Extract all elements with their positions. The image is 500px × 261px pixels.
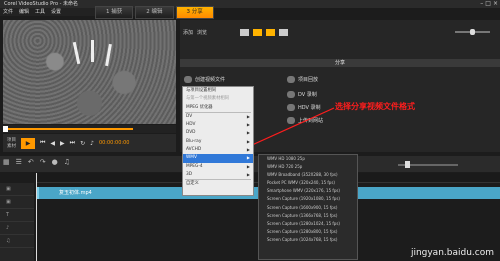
dropdown-item-label: DV xyxy=(186,113,193,119)
submenu-item[interactable]: Screen Capture (1366x768, 15 fps) xyxy=(259,212,357,220)
submenu-item[interactable]: Smartphone WMV (220x176, 15 fps) xyxy=(259,187,357,195)
redo-icon[interactable]: ↷ xyxy=(40,158,46,166)
submenu-arrow-icon: ▶ xyxy=(246,138,250,144)
music-track-icon: ♫ xyxy=(6,238,11,244)
dropdown-item[interactable]: Blu-ray ▶ xyxy=(183,138,253,146)
submenu-item[interactable]: Screen Capture (1280x800, 15 fps) xyxy=(259,228,357,236)
track-header-video[interactable]: ▣ xyxy=(0,183,34,196)
dropdown-item[interactable]: AVCHD ▶ xyxy=(183,146,253,154)
dropdown-item-label: HDV xyxy=(186,122,196,128)
submenu-arrow-icon: ▶ xyxy=(246,155,250,161)
record-icon[interactable]: ● xyxy=(52,158,58,166)
track-headers: ▣ ▣ T ♪ ♫ xyxy=(0,183,34,261)
dropdown-item[interactable]: MPEG-4 ▶ xyxy=(183,163,253,171)
submenu-item[interactable]: Screen Capture (1600x900, 15 fps) xyxy=(259,204,357,212)
title-track-icon: T xyxy=(6,212,10,218)
submenu-item[interactable]: Screen Capture (1920x1080, 15 fps) xyxy=(259,195,357,203)
dropdown-item-label: DVD xyxy=(186,130,196,136)
dropdown-item-label: 自定义 xyxy=(186,181,199,187)
dropdown-item-label: MPEG 优化器 xyxy=(186,104,213,110)
timeline-tools: ▦ ☰ ↶ ↷ ● ♫ xyxy=(3,158,70,166)
dropdown-item[interactable]: MPEG 优化器 xyxy=(183,104,253,112)
dropdown-item[interactable]: 与项目设置相同 xyxy=(183,87,253,95)
submenu-item[interactable]: Screen Capture (1024x768, 15 fps) xyxy=(259,236,357,244)
timeline-zoom-knob[interactable] xyxy=(405,161,410,168)
dropdown-item[interactable]: HDV ▶ xyxy=(183,121,253,129)
dropdown-item-label: 与项目设置相同 xyxy=(186,88,217,93)
submenu-item[interactable]: WMV HD 1080 25p xyxy=(259,155,357,163)
submenu-item[interactable]: WMV Broadband (352X288, 30 fps) xyxy=(259,171,357,179)
dropdown-item[interactable]: 3D ▶ xyxy=(183,171,253,179)
submenu-arrow-icon: ▶ xyxy=(246,163,250,169)
submenu-arrow-icon: ▶ xyxy=(246,122,250,128)
dropdown-item-label: WMV xyxy=(186,155,197,161)
dropdown-item: 与第一个视频素材相同 xyxy=(183,95,253,103)
dropdown-item-label: 3D xyxy=(186,171,193,177)
submenu-arrow-icon: ▶ xyxy=(246,171,250,177)
dropdown-item-label: MPEG-4 xyxy=(186,163,203,169)
submenu-arrow-icon: ▶ xyxy=(246,147,250,153)
submenu-item[interactable]: WMV HD 720 25p xyxy=(259,163,357,171)
submenu-arrow-icon: ▶ xyxy=(246,130,250,136)
dropdown-item[interactable]: 自定义 xyxy=(183,180,253,188)
mixer-icon[interactable]: ♫ xyxy=(64,158,70,166)
submenu-item[interactable]: Pocket PC WMV (320x240, 15 fps) xyxy=(259,179,357,187)
overlay-track-icon: ▣ xyxy=(6,199,11,205)
timeline-view-icon[interactable]: ☰ xyxy=(16,158,22,166)
dropdown-item-label: 与第一个视频素材相同 xyxy=(186,96,229,102)
track-header-overlay[interactable]: ▣ xyxy=(0,196,34,209)
undo-icon[interactable]: ↶ xyxy=(28,158,34,166)
dropdown-item-label: Blu-ray xyxy=(186,138,202,144)
submenu-arrow-icon: ▶ xyxy=(246,113,250,119)
voice-track-icon: ♪ xyxy=(6,225,10,231)
dropdown-item-label: AVCHD xyxy=(186,147,202,153)
storyboard-view-icon[interactable]: ▦ xyxy=(3,158,10,166)
create-video-dropdown: 与项目设置相同 与第一个视频素材相同 MPEG 优化器 DV ▶ HDV ▶ DVD… xyxy=(182,86,254,196)
dropdown-item[interactable]: DVD ▶ xyxy=(183,129,253,137)
video-track-icon: ▣ xyxy=(6,186,11,192)
dropdown-item-wmv[interactable]: WMV ▶ xyxy=(183,154,253,163)
dropdown-item[interactable]: DV ▶ xyxy=(183,113,253,121)
track-header-music[interactable]: ♫ xyxy=(0,235,34,248)
track-header-voice[interactable]: ♪ xyxy=(0,222,34,235)
wmv-submenu: WMV HD 1080 25p WMV HD 720 25p WMV Broad… xyxy=(258,154,358,260)
timeline-playhead[interactable] xyxy=(36,173,37,261)
watermark: jingyan.baidu.com xyxy=(410,248,494,258)
track-header-title[interactable]: T xyxy=(0,209,34,222)
submenu-item[interactable]: Screen Capture (1280x1024, 15 fps) xyxy=(259,220,357,228)
